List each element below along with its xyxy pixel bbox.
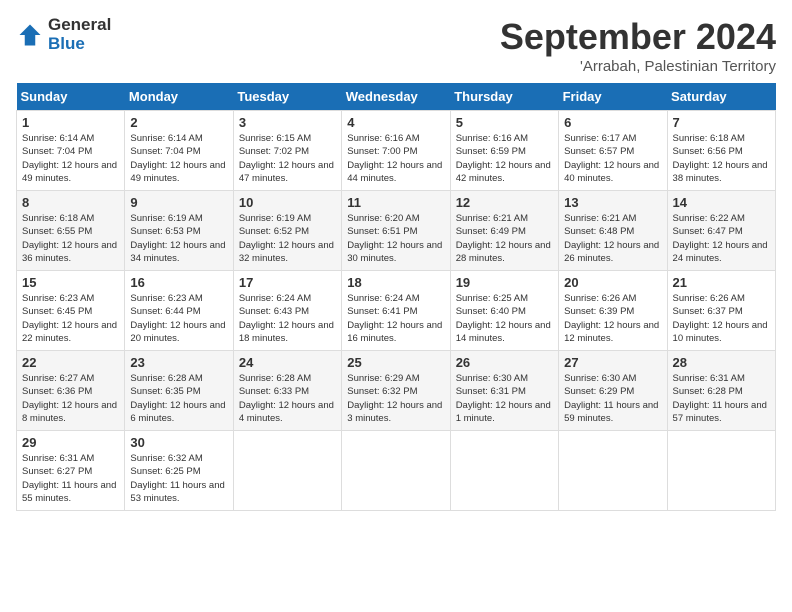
table-row: 21 Sunrise: 6:26 AM Sunset: 6:37 PM Dayl… — [667, 271, 775, 351]
calendar-week: 29 Sunrise: 6:31 AM Sunset: 6:27 PM Dayl… — [17, 431, 776, 511]
table-row: 5 Sunrise: 6:16 AM Sunset: 6:59 PM Dayli… — [450, 111, 558, 191]
table-row: 2 Sunrise: 6:14 AM Sunset: 7:04 PM Dayli… — [125, 111, 233, 191]
table-row: 3 Sunrise: 6:15 AM Sunset: 7:02 PM Dayli… — [233, 111, 341, 191]
location-title: 'Arrabah, Palestinian Territory — [500, 58, 776, 75]
header-thursday: Thursday — [450, 83, 558, 111]
empty-cell — [450, 431, 558, 511]
page-header: General Blue September 2024 'Arrabah, Pa… — [16, 16, 776, 75]
table-row: 12 Sunrise: 6:21 AM Sunset: 6:49 PM Dayl… — [450, 191, 558, 271]
table-row: 25 Sunrise: 6:29 AM Sunset: 6:32 PM Dayl… — [342, 351, 450, 431]
table-row: 18 Sunrise: 6:24 AM Sunset: 6:41 PM Dayl… — [342, 271, 450, 351]
table-row: 9 Sunrise: 6:19 AM Sunset: 6:53 PM Dayli… — [125, 191, 233, 271]
table-row: 8 Sunrise: 6:18 AM Sunset: 6:55 PM Dayli… — [17, 191, 125, 271]
empty-cell — [559, 431, 667, 511]
logo-text: General Blue — [48, 16, 111, 53]
logo: General Blue — [16, 16, 111, 53]
header-monday: Monday — [125, 83, 233, 111]
table-row: 20 Sunrise: 6:26 AM Sunset: 6:39 PM Dayl… — [559, 271, 667, 351]
table-row: 28 Sunrise: 6:31 AM Sunset: 6:28 PM Dayl… — [667, 351, 775, 431]
table-row: 30 Sunrise: 6:32 AM Sunset: 6:25 PM Dayl… — [125, 431, 233, 511]
table-row: 10 Sunrise: 6:19 AM Sunset: 6:52 PM Dayl… — [233, 191, 341, 271]
table-row: 13 Sunrise: 6:21 AM Sunset: 6:48 PM Dayl… — [559, 191, 667, 271]
empty-cell — [342, 431, 450, 511]
table-row: 15 Sunrise: 6:23 AM Sunset: 6:45 PM Dayl… — [17, 271, 125, 351]
header-tuesday: Tuesday — [233, 83, 341, 111]
header-sunday: Sunday — [17, 83, 125, 111]
calendar-table: Sunday Monday Tuesday Wednesday Thursday… — [16, 83, 776, 511]
table-row: 29 Sunrise: 6:31 AM Sunset: 6:27 PM Dayl… — [17, 431, 125, 511]
header-saturday: Saturday — [667, 83, 775, 111]
logo-general: General — [48, 16, 111, 35]
empty-cell — [233, 431, 341, 511]
table-row: 11 Sunrise: 6:20 AM Sunset: 6:51 PM Dayl… — [342, 191, 450, 271]
table-row: 26 Sunrise: 6:30 AM Sunset: 6:31 PM Dayl… — [450, 351, 558, 431]
table-row: 23 Sunrise: 6:28 AM Sunset: 6:35 PM Dayl… — [125, 351, 233, 431]
table-row: 27 Sunrise: 6:30 AM Sunset: 6:29 PM Dayl… — [559, 351, 667, 431]
table-row: 22 Sunrise: 6:27 AM Sunset: 6:36 PM Dayl… — [17, 351, 125, 431]
logo-blue: Blue — [48, 35, 111, 54]
calendar-week: 22 Sunrise: 6:27 AM Sunset: 6:36 PM Dayl… — [17, 351, 776, 431]
empty-cell — [667, 431, 775, 511]
calendar-week: 15 Sunrise: 6:23 AM Sunset: 6:45 PM Dayl… — [17, 271, 776, 351]
table-row: 4 Sunrise: 6:16 AM Sunset: 7:00 PM Dayli… — [342, 111, 450, 191]
table-row: 14 Sunrise: 6:22 AM Sunset: 6:47 PM Dayl… — [667, 191, 775, 271]
title-block: September 2024 'Arrabah, Palestinian Ter… — [500, 16, 776, 75]
table-row: 1 Sunrise: 6:14 AM Sunset: 7:04 PM Dayli… — [17, 111, 125, 191]
table-row: 17 Sunrise: 6:24 AM Sunset: 6:43 PM Dayl… — [233, 271, 341, 351]
table-row: 24 Sunrise: 6:28 AM Sunset: 6:33 PM Dayl… — [233, 351, 341, 431]
table-row: 16 Sunrise: 6:23 AM Sunset: 6:44 PM Dayl… — [125, 271, 233, 351]
header-friday: Friday — [559, 83, 667, 111]
logo-icon — [16, 21, 44, 49]
month-title: September 2024 — [500, 16, 776, 58]
header-wednesday: Wednesday — [342, 83, 450, 111]
table-row: 19 Sunrise: 6:25 AM Sunset: 6:40 PM Dayl… — [450, 271, 558, 351]
header-row: Sunday Monday Tuesday Wednesday Thursday… — [17, 83, 776, 111]
table-row: 6 Sunrise: 6:17 AM Sunset: 6:57 PM Dayli… — [559, 111, 667, 191]
table-row: 7 Sunrise: 6:18 AM Sunset: 6:56 PM Dayli… — [667, 111, 775, 191]
calendar-week: 8 Sunrise: 6:18 AM Sunset: 6:55 PM Dayli… — [17, 191, 776, 271]
calendar-week: 1 Sunrise: 6:14 AM Sunset: 7:04 PM Dayli… — [17, 111, 776, 191]
